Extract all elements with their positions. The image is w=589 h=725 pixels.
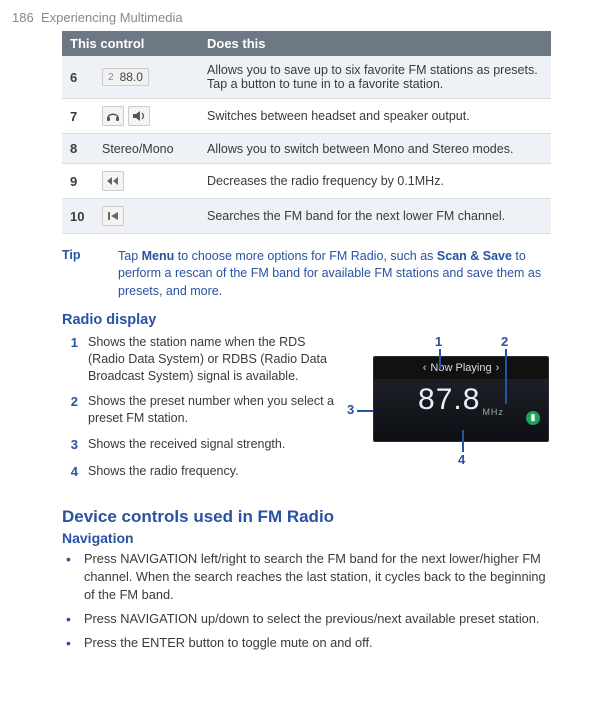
item-number: 4 (62, 463, 78, 481)
table-row: 6 2 88.0 Allows you to save up to six fa… (62, 56, 551, 99)
item-text: Shows the preset number when you select … (88, 393, 337, 427)
list-item: 4 Shows the radio frequency. (62, 463, 337, 481)
control-cell (94, 199, 199, 234)
fig-leader-line (462, 430, 464, 452)
chevron-right-icon: › (496, 362, 500, 374)
device-controls-heading: Device controls used in FM Radio (62, 507, 551, 527)
th-does: Does this (199, 31, 551, 56)
tip-label: Tip (62, 248, 118, 300)
page-header: 186 Experiencing Multimedia (0, 0, 589, 31)
chevron-left-icon: ‹ (423, 362, 427, 374)
table-row: 8 Stereo/Mono Allows you to switch betwe… (62, 134, 551, 164)
control-cell (94, 164, 199, 199)
speaker-icon (128, 106, 150, 126)
list-item: Press the ENTER button to toggle mute on… (80, 634, 551, 652)
control-cell: Stereo/Mono (94, 134, 199, 164)
skip-prev-icon (102, 206, 124, 226)
controls-table: This control Does this 6 2 88.0 Allows y… (62, 31, 551, 234)
navigation-bullet-list: Press NAVIGATION left/right to search th… (62, 550, 551, 652)
tip-block: Tip Tap Menu to choose more options for … (62, 248, 551, 300)
page-number: 186 (12, 10, 34, 25)
table-row: 7 Switches between headset and speaker o… (62, 99, 551, 134)
radio-screen: ‹ Now Playing › 87.8MHz ▮ (373, 356, 549, 442)
row-number: 10 (62, 199, 94, 234)
list-item: 2 Shows the preset number when you select… (62, 393, 337, 427)
list-item: Press NAVIGATION left/right to search th… (80, 550, 551, 604)
control-desc: Decreases the radio frequency by 0.1MHz. (199, 164, 551, 199)
control-desc: Switches between headset and speaker out… (199, 99, 551, 134)
control-desc: Searches the FM band for the next lower … (199, 199, 551, 234)
page-content: This control Does this 6 2 88.0 Allows y… (0, 31, 589, 652)
th-control: This control (62, 31, 199, 56)
row-number: 6 (62, 56, 94, 99)
item-text: Shows the station name when the RDS (Rad… (88, 334, 337, 385)
radio-display-row: 1Shows the station name when the RDS (Ra… (62, 334, 551, 489)
control-desc: Allows you to switch between Mono and St… (199, 134, 551, 164)
fig-leader-line (357, 410, 373, 412)
row-number: 7 (62, 99, 94, 134)
fig-leader-line (439, 349, 441, 369)
list-item: 3 Shows the received signal strength. (62, 436, 337, 454)
tip-text-part: to choose more options for FM Radio, suc… (174, 249, 437, 263)
tip-text: Tap Menu to choose more options for FM R… (118, 248, 551, 300)
item-number: 2 (62, 393, 78, 427)
tip-bold-scan-save: Scan & Save (437, 249, 512, 263)
freq-unit: MHz (482, 407, 504, 417)
control-cell (94, 99, 199, 134)
tip-bold-menu: Menu (142, 249, 175, 263)
item-number: 1 (62, 334, 78, 385)
fig-label-2: 2 (501, 334, 508, 349)
radio-figure: 1 2 3 4 ‹ Now Playing › 87.8MHz ▮ (351, 334, 551, 484)
item-text: Shows the radio frequency. (88, 463, 239, 481)
freq-value: 87.8 (418, 383, 480, 416)
page-title: Experiencing Multimedia (41, 10, 183, 25)
fig-label-1: 1 (435, 334, 442, 349)
row-number: 9 (62, 164, 94, 199)
tip-text-part: Tap (118, 249, 142, 263)
radio-frequency-display: 87.8MHz (374, 379, 548, 417)
radio-display-heading: Radio display (62, 312, 551, 328)
preset-freq: 88.0 (120, 70, 143, 84)
signal-strength-icon: ▮ (526, 411, 540, 425)
list-item: Press NAVIGATION up/down to select the p… (80, 610, 551, 628)
control-desc: Allows you to save up to six favorite FM… (199, 56, 551, 99)
table-row: 9 Decreases the radio frequency by 0.1MH… (62, 164, 551, 199)
list-item: 1Shows the station name when the RDS (Ra… (62, 334, 337, 385)
table-row: 10 Searches the FM band for the next low… (62, 199, 551, 234)
preset-chip-icon: 2 88.0 (102, 68, 149, 86)
radio-display-list: 1Shows the station name when the RDS (Ra… (62, 334, 337, 489)
row-number: 8 (62, 134, 94, 164)
fig-label-3: 3 (347, 402, 354, 417)
preset-slot-number: 2 (108, 72, 114, 83)
now-playing-bar: ‹ Now Playing › (374, 357, 548, 379)
navigation-subheading: Navigation (62, 530, 551, 546)
item-text: Shows the received signal strength. (88, 436, 285, 454)
fig-label-4: 4 (458, 452, 465, 467)
item-number: 3 (62, 436, 78, 454)
headset-icon (102, 106, 124, 126)
control-cell: 2 88.0 (94, 56, 199, 99)
rewind-icon (102, 171, 124, 191)
fig-leader-line (505, 349, 507, 404)
